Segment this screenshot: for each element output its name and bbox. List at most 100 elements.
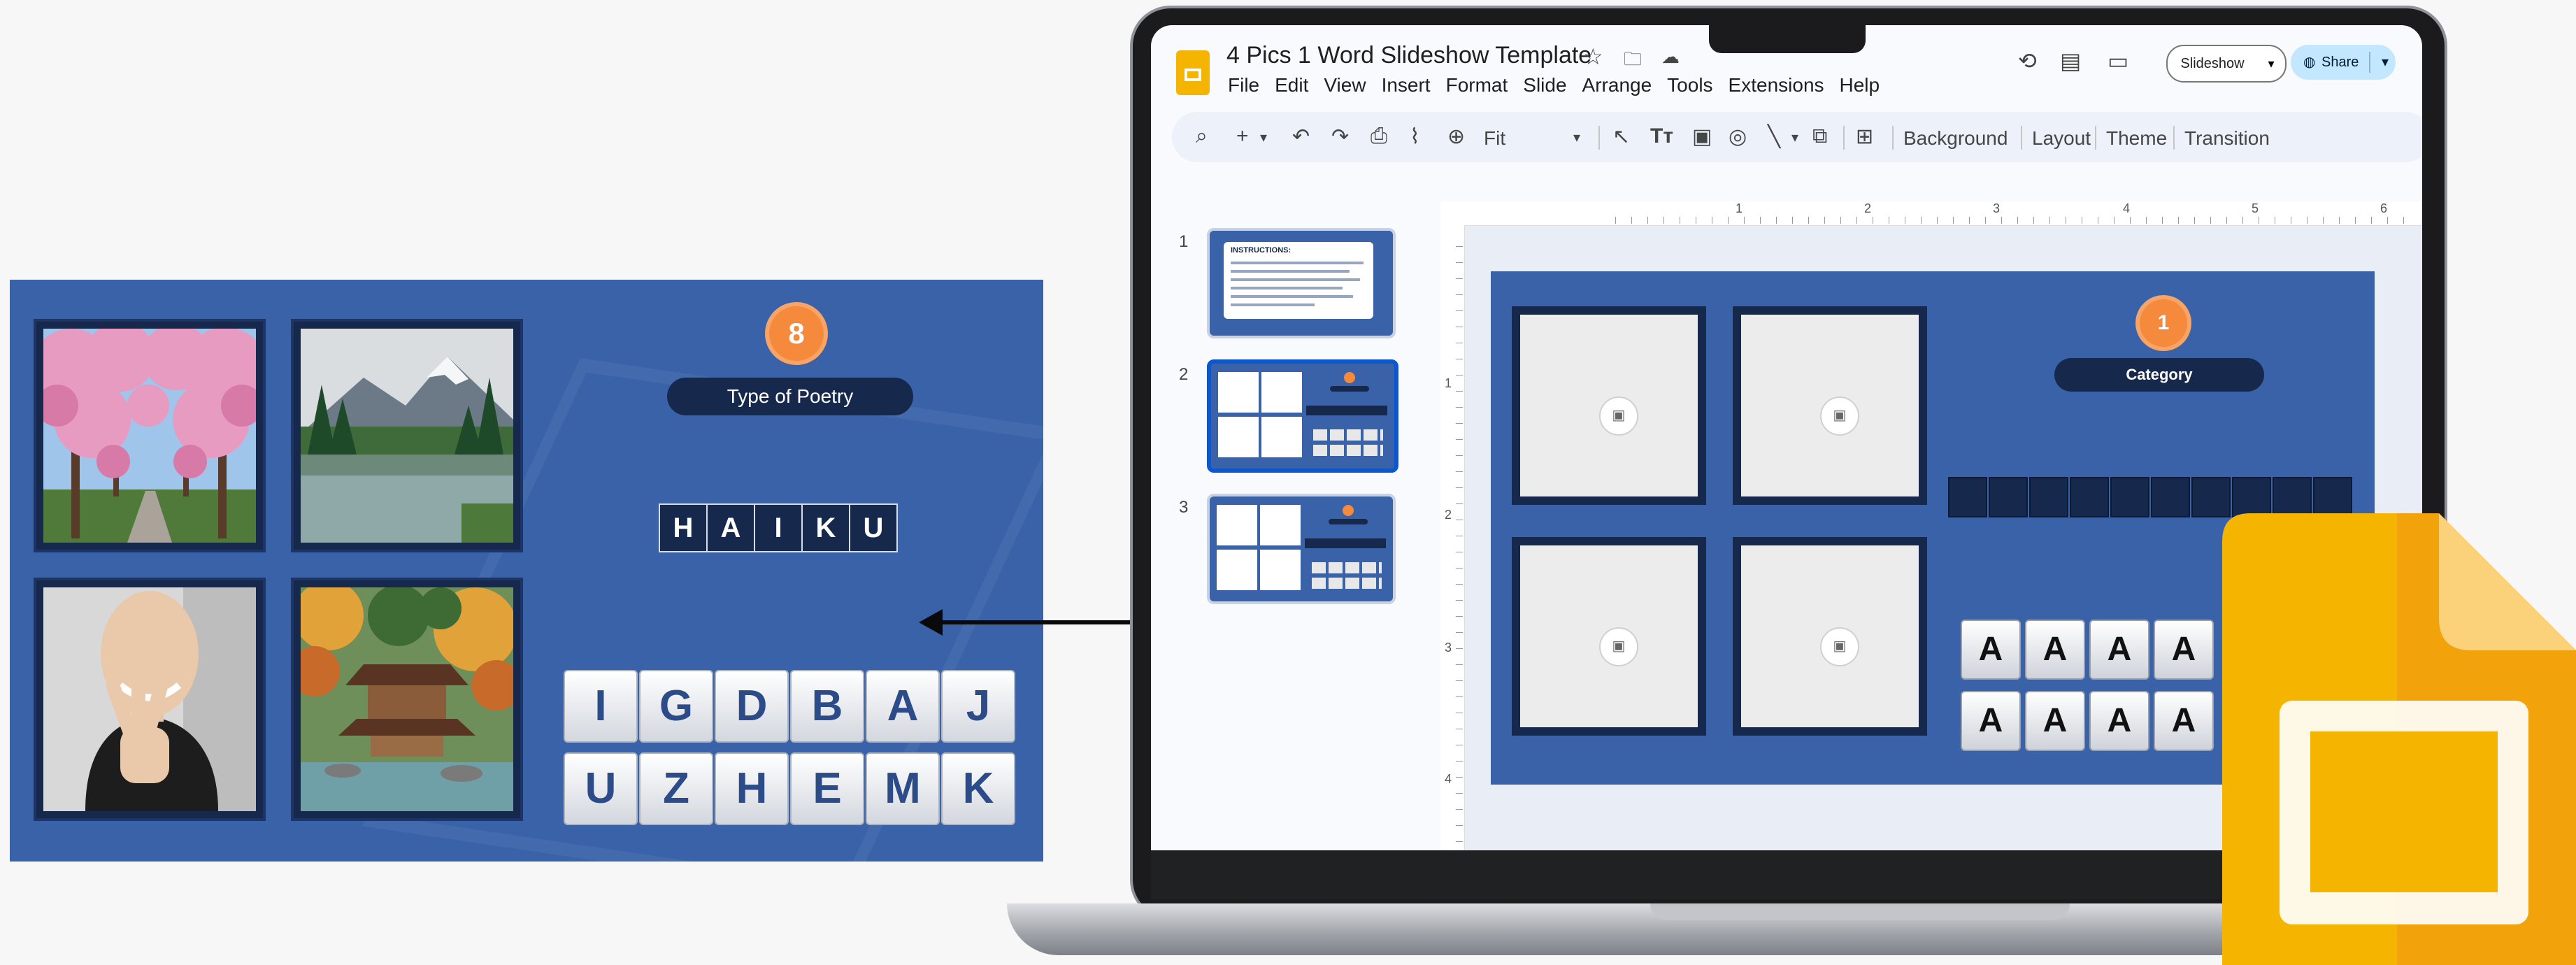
comments-icon[interactable]: ▤ <box>2060 48 2081 74</box>
undo-icon[interactable]: ↶ <box>1292 124 1310 149</box>
answer-box[interactable] <box>2191 477 2231 517</box>
print-icon[interactable]: ⎙ <box>1371 124 1387 148</box>
letter-tile[interactable]: A <box>2025 620 2085 680</box>
image-placeholder[interactable]: ▣ <box>1733 537 1927 736</box>
menu-view[interactable]: View <box>1324 74 1366 96</box>
answer-box[interactable] <box>2029 477 2068 517</box>
image-placeholder[interactable]: ▣ <box>1512 306 1706 505</box>
category-pill: Type of Poetry <box>667 378 913 415</box>
share-label: Share <box>2321 55 2359 70</box>
insert-image-icon[interactable]: ▣ <box>1599 627 1638 666</box>
select-cursor-icon[interactable]: ↖ <box>1612 124 1630 149</box>
laptop-base-lip <box>1650 903 2070 920</box>
letter-tile[interactable]: A <box>1961 620 2021 680</box>
paint-format-icon[interactable]: ⌇ <box>1410 124 1420 149</box>
answer-box[interactable] <box>2070 477 2109 517</box>
transition-button[interactable]: Transition <box>2184 127 2270 150</box>
zoom-dropdown-icon[interactable]: ▾ <box>1573 129 1580 146</box>
document-title[interactable]: 4 Pics 1 Word Slideshow Template <box>1226 42 1591 69</box>
zoom-select[interactable]: Fit <box>1484 127 1505 150</box>
slide-filmstrip: 1 INSTRUCTIONS: 2 3 <box>1151 172 1417 850</box>
layout-button[interactable]: Layout <box>2032 127 2091 150</box>
japanese-garden-image <box>301 587 513 811</box>
letter-tile[interactable]: E <box>790 752 864 825</box>
picture-cherry-blossoms <box>34 319 266 552</box>
line-dropdown-icon[interactable]: ▾ <box>1791 129 1798 146</box>
menu-insert[interactable]: Insert <box>1382 74 1431 96</box>
slideshow-button[interactable]: Slideshow <box>2166 45 2259 83</box>
new-slide-dropdown-icon[interactable]: ▾ <box>1260 129 1267 146</box>
slide-number: 1 <box>1179 232 1189 251</box>
letter-tile[interactable]: H <box>715 752 789 825</box>
letter-tile[interactable]: M <box>866 752 940 825</box>
answer-box[interactable] <box>2313 477 2352 517</box>
picture-japanese-garden <box>291 578 523 821</box>
letter-tile[interactable]: B <box>790 670 864 743</box>
category-pill[interactable]: Category <box>2054 358 2264 392</box>
answer-box[interactable] <box>1948 477 1987 517</box>
question-number-badge[interactable]: 1 <box>2140 299 2187 347</box>
answer-letter: I <box>754 503 803 552</box>
new-slide-icon[interactable]: + <box>1236 124 1249 148</box>
answer-box[interactable] <box>2110 477 2149 517</box>
answer-box[interactable] <box>2232 477 2271 517</box>
letter-tile[interactable]: A <box>2089 691 2149 751</box>
insert-image-icon[interactable]: ▣ <box>1820 396 1859 436</box>
insert-image-icon[interactable]: ▣ <box>1692 124 1712 149</box>
globe-icon: ◍ <box>2303 55 2316 70</box>
cloud-status-icon[interactable]: ☁ <box>1661 46 1680 68</box>
answer-box[interactable] <box>2273 477 2312 517</box>
letter-tile[interactable]: I <box>564 670 638 743</box>
move-folder-icon[interactable]: 🗀 <box>1624 46 1642 77</box>
video-icon[interactable]: ⧉ <box>1812 124 1827 148</box>
slideshow-dropdown-icon[interactable]: ▾ <box>2257 45 2287 83</box>
version-history-icon[interactable]: ⟲ <box>2018 48 2037 74</box>
answer-box[interactable] <box>1989 477 2028 517</box>
share-dropdown-icon[interactable]: ▾ <box>2382 45 2389 80</box>
letter-tile[interactable]: A <box>2025 691 2085 751</box>
slides-app-icon[interactable] <box>1176 50 1210 95</box>
letter-tile[interactable]: A <box>1961 691 2021 751</box>
text-box-icon[interactable]: Tт <box>1650 124 1673 148</box>
letter-tile[interactable]: D <box>715 670 789 743</box>
theme-button[interactable]: Theme <box>2106 127 2167 150</box>
zoom-icon[interactable]: ⊕ <box>1447 124 1465 149</box>
shape-icon[interactable]: ◎ <box>1729 124 1747 149</box>
letter-tile[interactable]: Z <box>639 752 713 825</box>
letter-tile[interactable]: G <box>639 670 713 743</box>
star-icon[interactable]: ☆ <box>1583 43 1603 70</box>
image-placeholder[interactable]: ▣ <box>1512 537 1706 736</box>
horizontal-ruler: 1 2 3 4 5 6 <box>1440 201 2422 226</box>
menu-arrange[interactable]: Arrange <box>1582 74 1652 96</box>
letter-tile[interactable]: K <box>941 752 1015 825</box>
slide-thumbnail-1[interactable]: INSTRUCTIONS: <box>1207 228 1396 338</box>
menu-slide[interactable]: Slide <box>1523 74 1566 96</box>
comment-add-icon[interactable]: ⊞ <box>1856 124 1873 149</box>
answer-box[interactable] <box>2151 477 2190 517</box>
letter-tile[interactable]: J <box>941 670 1015 743</box>
slide-number: 2 <box>1179 365 1189 384</box>
letter-tile[interactable]: U <box>564 752 638 825</box>
slide-thumbnail-3[interactable] <box>1207 494 1396 604</box>
letter-tile[interactable]: A <box>2154 620 2214 680</box>
menu-tools[interactable]: Tools <box>1667 74 1712 96</box>
insert-image-icon[interactable]: ▣ <box>1599 396 1638 436</box>
background-button[interactable]: Background <box>1903 127 2008 150</box>
menu-extensions[interactable]: Extensions <box>1729 74 1824 96</box>
menu-format[interactable]: Format <box>1446 74 1508 96</box>
meet-camera-icon[interactable]: ▭ <box>2108 48 2128 74</box>
slide-number: 3 <box>1179 498 1189 517</box>
letter-tile[interactable]: A <box>2089 620 2149 680</box>
menu-edit[interactable]: Edit <box>1275 74 1308 96</box>
slide-thumbnail-2[interactable] <box>1207 359 1398 473</box>
menu-help[interactable]: Help <box>1840 74 1880 96</box>
redo-icon[interactable]: ↷ <box>1331 124 1349 149</box>
line-icon[interactable]: ╲ <box>1768 124 1780 149</box>
image-placeholder[interactable]: ▣ <box>1733 306 1927 505</box>
search-menus-icon[interactable]: ⌕ <box>1196 124 1208 148</box>
insert-image-icon[interactable]: ▣ <box>1820 627 1859 666</box>
menu-file[interactable]: File <box>1228 74 1259 96</box>
share-button[interactable]: ◍ Share ▾ <box>2291 45 2396 80</box>
letter-tile[interactable]: A <box>866 670 940 743</box>
letter-tile[interactable]: A <box>2154 691 2214 751</box>
